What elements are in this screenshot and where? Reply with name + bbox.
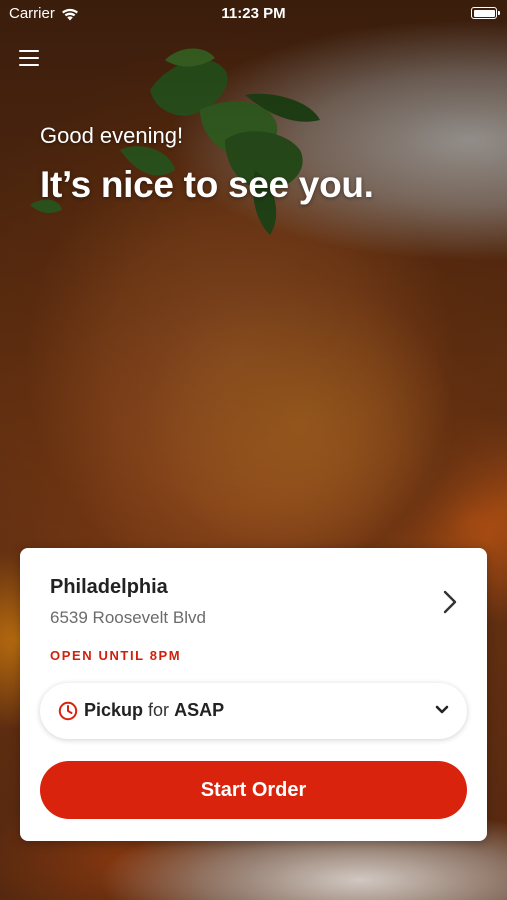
status-time: 11:23 PM — [221, 5, 286, 22]
status-bar: Carrier 11:23 PM — [0, 0, 507, 28]
pickup-time-selector[interactable]: Pickup for ASAP — [40, 683, 467, 739]
chevron-right-icon — [443, 590, 457, 614]
location-selector[interactable]: Philadelphia 6539 Roosevelt Blvd — [20, 548, 487, 638]
start-order-button[interactable]: Start Order — [40, 761, 467, 819]
welcome-headline: It’s nice to see you. — [40, 164, 374, 205]
clock-icon — [58, 701, 78, 721]
battery-level — [473, 9, 495, 17]
pickup-connector: for — [148, 700, 170, 720]
chevron-down-icon — [435, 705, 449, 714]
pickup-summary: Pickup for ASAP — [84, 700, 224, 721]
battery-icon — [471, 7, 500, 19]
pickup-mode: Pickup — [84, 700, 144, 720]
greeting-text: Good evening! — [40, 123, 184, 148]
pickup-time: ASAP — [174, 700, 225, 720]
order-card: Philadelphia 6539 Roosevelt Blvd OPEN UN… — [20, 548, 487, 841]
location-name: Philadelphia — [50, 576, 168, 598]
home-screen: Carrier 11:23 PM Good evening! It’s nice… — [0, 0, 507, 900]
store-hours-status: OPEN UNTIL 8PM — [50, 648, 182, 663]
hamburger-menu-icon[interactable] — [18, 46, 42, 70]
location-address: 6539 Roosevelt Blvd — [50, 608, 206, 627]
